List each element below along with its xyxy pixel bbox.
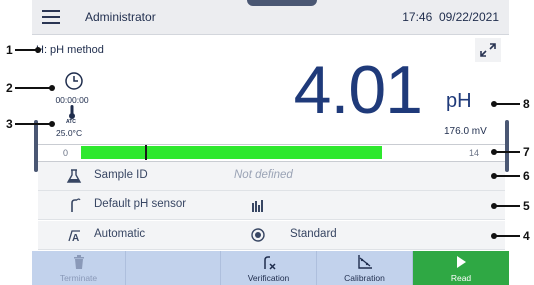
auto-endpoint-icon: A — [68, 230, 80, 243]
temperature-value: 25.0°C — [56, 128, 83, 138]
range-min-label: 0 — [63, 148, 69, 158]
time: 17:46 — [402, 10, 433, 24]
date-time: 17:46 09/22/2021 — [402, 10, 499, 24]
endpoint-mode-label: Automatic — [94, 228, 146, 240]
callout-dot — [35, 47, 41, 53]
callout-number: 4 — [523, 229, 530, 243]
calibration-button[interactable]: Calibration — [317, 251, 413, 285]
endpoint-type-value: Standard — [290, 228, 337, 240]
right-drawer-handle[interactable] — [505, 120, 509, 172]
callout-number: 1 — [6, 43, 13, 57]
callout-line — [494, 103, 520, 105]
range-max-label: 14 — [468, 148, 479, 158]
sample-id-label: Sample ID — [94, 169, 148, 181]
hamburger-menu-icon[interactable] — [42, 10, 60, 24]
callout-number: 5 — [523, 199, 530, 213]
calibration-label: Calibration — [344, 273, 385, 283]
endpoint-row[interactable]: A Automatic Standard — [38, 221, 505, 250]
calibration-status-icon — [252, 200, 263, 212]
callout-dot — [49, 85, 55, 91]
sensor-icon — [71, 198, 81, 212]
method-name[interactable]: H: pH method — [36, 44, 104, 56]
sensor-label: Default pH sensor — [94, 198, 187, 210]
callout-number: 8 — [523, 97, 530, 111]
terminate-label: Terminate — [59, 273, 98, 283]
callout-line — [15, 49, 37, 51]
atc-label: ATC — [66, 119, 76, 125]
top-drawer-handle[interactable] — [247, 0, 317, 6]
bottom-action-bar: Terminate Verification Calibration Read — [32, 251, 509, 285]
expand-icon — [480, 43, 496, 57]
callout-line — [494, 205, 520, 207]
range-current-marker — [144, 145, 147, 160]
clock-icon — [65, 72, 83, 90]
expand-button[interactable] — [475, 38, 501, 62]
thermometer-icon — [69, 105, 75, 119]
empty-action-slot — [126, 251, 221, 285]
callout-number: 6 — [523, 169, 530, 183]
callout-line — [494, 235, 520, 237]
range-green-zone — [81, 146, 382, 159]
user-name: Administrator — [85, 10, 156, 24]
callout-dot — [49, 121, 55, 127]
sample-id-value: Not defined — [234, 169, 293, 181]
callout-number: 3 — [6, 117, 13, 131]
callout-line — [494, 175, 520, 177]
svg-text:A: A — [72, 233, 79, 243]
ph-range-bar: 0 14 — [38, 144, 505, 162]
verification-button[interactable]: Verification — [221, 251, 317, 285]
play-icon — [457, 256, 466, 268]
callout-line — [15, 87, 51, 89]
date: 09/22/2021 — [438, 10, 499, 24]
verification-icon — [263, 256, 276, 270]
beaker-icon — [66, 169, 82, 183]
trash-icon — [73, 255, 84, 269]
callout-number: 7 — [523, 145, 530, 159]
radio-selected-icon[interactable] — [250, 227, 266, 243]
sample-id-row[interactable]: Sample ID Not defined — [38, 162, 505, 191]
terminate-button[interactable]: Terminate — [32, 251, 126, 285]
read-label: Read — [450, 273, 472, 283]
mv-value: 176.0 mV — [444, 126, 487, 137]
callout-line — [15, 123, 51, 125]
calibration-icon — [357, 255, 372, 269]
read-button[interactable]: Read — [413, 251, 509, 285]
callout-number: 2 — [6, 81, 13, 95]
measurement-value: 4.01 — [293, 52, 423, 128]
top-bar: Administrator 17:46 09/22/2021 — [32, 0, 509, 35]
callout-line — [494, 151, 520, 153]
measurement-unit: pH — [446, 90, 472, 112]
verification-label: Verification — [247, 273, 290, 283]
sensor-row[interactable]: Default pH sensor — [38, 191, 505, 220]
